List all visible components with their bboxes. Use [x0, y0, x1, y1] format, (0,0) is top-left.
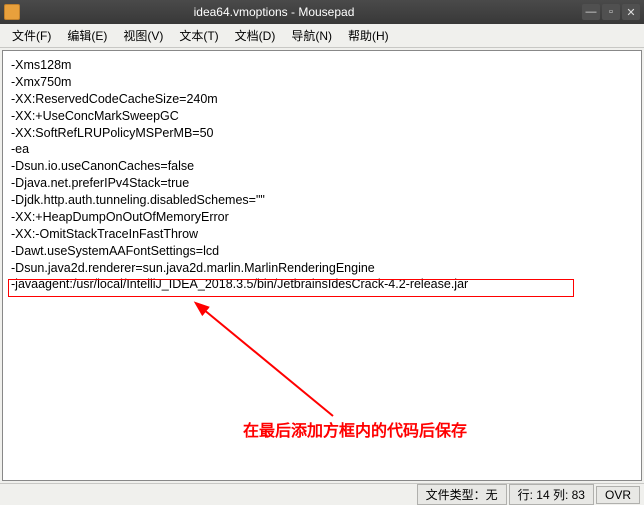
close-button[interactable]: ✕: [622, 4, 640, 20]
text-editor[interactable]: -Xms128m -Xmx750m -XX:ReservedCodeCacheS…: [2, 50, 642, 481]
editor-line: -Dawt.useSystemAAFontSettings=lcd: [11, 243, 633, 260]
menu-help[interactable]: 帮助(H): [340, 25, 397, 46]
maximize-button[interactable]: ▫: [602, 4, 620, 20]
window-title: idea64.vmoptions - Mousepad: [26, 5, 582, 19]
menu-document[interactable]: 文档(D): [227, 25, 284, 46]
status-position: 行: 14 列: 83: [509, 484, 594, 505]
minimize-button[interactable]: —: [582, 4, 600, 20]
editor-line: -XX:ReservedCodeCacheSize=240m: [11, 91, 633, 108]
editor-line: -XX:-OmitStackTraceInFastThrow: [11, 226, 633, 243]
menu-navigate[interactable]: 导航(N): [283, 25, 340, 46]
editor-line: -XX:SoftRefLRUPolicyMSPerMB=50: [11, 125, 633, 142]
editor-line: -Dsun.java2d.renderer=sun.java2d.marlin.…: [11, 260, 633, 277]
annotation-arrow-icon: [193, 301, 353, 431]
menu-view[interactable]: 视图(V): [115, 25, 171, 46]
editor-line: -Dsun.io.useCanonCaches=false: [11, 158, 633, 175]
status-filetype: 文件类型：无: [417, 484, 507, 505]
statusbar: 文件类型：无 行: 14 列: 83 OVR: [0, 483, 644, 505]
status-mode: OVR: [596, 486, 640, 504]
menubar: 文件(F) 编辑(E) 视图(V) 文本(T) 文档(D) 导航(N) 帮助(H…: [0, 24, 644, 48]
editor-line: -XX:+HeapDumpOnOutOfMemoryError: [11, 209, 633, 226]
editor-container: -Xms128m -Xmx750m -XX:ReservedCodeCacheS…: [0, 48, 644, 483]
editor-line: -Xms128m: [11, 57, 633, 74]
editor-line: -XX:+UseConcMarkSweepGC: [11, 108, 633, 125]
editor-line: -Djdk.http.auth.tunneling.disabledScheme…: [11, 192, 633, 209]
app-icon: [4, 4, 20, 20]
editor-line: -Xmx750m: [11, 74, 633, 91]
editor-line: -ea: [11, 141, 633, 158]
editor-line: -Djava.net.preferIPv4Stack=true: [11, 175, 633, 192]
annotation-text: 在最后添加方框内的代码后保存: [243, 421, 467, 443]
menu-file[interactable]: 文件(F): [4, 25, 59, 46]
menu-edit[interactable]: 编辑(E): [59, 25, 115, 46]
menu-text[interactable]: 文本(T): [171, 25, 226, 46]
titlebar: idea64.vmoptions - Mousepad — ▫ ✕: [0, 0, 644, 24]
window-controls: — ▫ ✕: [582, 4, 640, 20]
editor-line: -javaagent:/usr/local/IntelliJ_IDEA_2018…: [11, 276, 633, 293]
